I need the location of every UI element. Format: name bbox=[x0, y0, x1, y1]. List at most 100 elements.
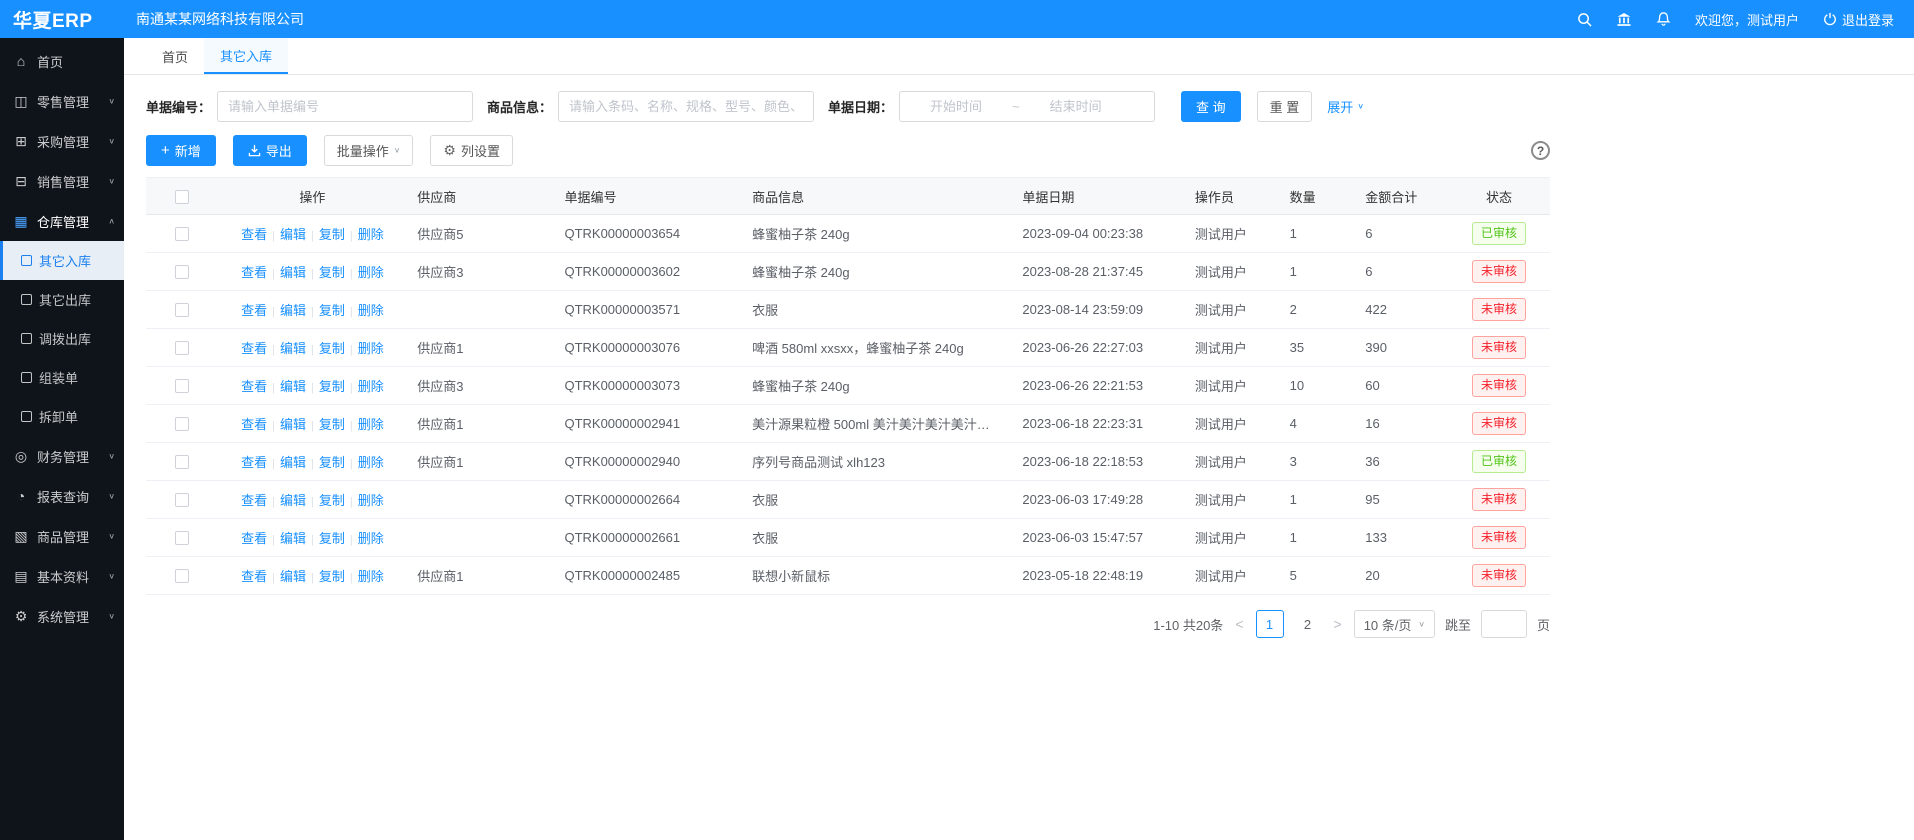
edit-link[interactable]: 编辑 bbox=[280, 531, 306, 546]
edit-link[interactable]: 编辑 bbox=[280, 227, 306, 242]
edit-link[interactable]: 编辑 bbox=[280, 417, 306, 432]
batch-operations-button[interactable]: 批量操作 ∨ bbox=[324, 135, 414, 166]
search-icon[interactable] bbox=[1577, 12, 1592, 27]
copy-link[interactable]: 复制 bbox=[319, 531, 345, 546]
view-link[interactable]: 查看 bbox=[241, 341, 267, 356]
tab-home[interactable]: 首页 bbox=[146, 38, 204, 74]
app-logo[interactable]: 华夏ERP bbox=[0, 6, 124, 33]
edit-link[interactable]: 编辑 bbox=[280, 493, 306, 508]
jump-page-input[interactable] bbox=[1481, 610, 1527, 638]
edit-link[interactable]: 编辑 bbox=[280, 569, 306, 584]
delete-link[interactable]: 删除 bbox=[358, 379, 384, 394]
sidebar-subitem-other-outbound[interactable]: 其它出库 bbox=[0, 280, 124, 319]
home-site-icon[interactable] bbox=[1616, 12, 1632, 27]
sidebar-item-warehouse[interactable]: ▦ 仓库管理 ∧ bbox=[0, 201, 124, 241]
row-checkbox[interactable] bbox=[175, 417, 189, 431]
start-date-input[interactable] bbox=[900, 99, 1012, 114]
export-button[interactable]: 导出 bbox=[233, 135, 307, 166]
copy-link[interactable]: 复制 bbox=[319, 227, 345, 242]
sidebar-item-system[interactable]: ⚙ 系统管理 ∨ bbox=[0, 596, 124, 636]
copy-link[interactable]: 复制 bbox=[319, 493, 345, 508]
row-checkbox[interactable] bbox=[175, 531, 189, 545]
delete-link[interactable]: 删除 bbox=[358, 265, 384, 280]
edit-link[interactable]: 编辑 bbox=[280, 455, 306, 470]
view-link[interactable]: 查看 bbox=[241, 379, 267, 394]
view-link[interactable]: 查看 bbox=[241, 303, 267, 318]
sidebar-item-basic[interactable]: ▤ 基本资料 ∨ bbox=[0, 556, 124, 596]
view-link[interactable]: 查看 bbox=[241, 455, 267, 470]
copy-link[interactable]: 复制 bbox=[319, 265, 345, 280]
bill-date-cell: 2023-08-14 23:59:09 bbox=[1012, 291, 1184, 329]
records-table: 操作供应商单据编号商品信息单据日期操作员数量金额合计状态 查看|编辑|复制|删除… bbox=[146, 177, 1550, 595]
add-button[interactable]: + 新增 bbox=[146, 135, 216, 166]
column-settings-button[interactable]: ⚙ 列设置 bbox=[430, 135, 513, 166]
row-checkbox[interactable] bbox=[175, 455, 189, 469]
action-divider: | bbox=[311, 496, 314, 508]
chevron-down-icon: ∨ bbox=[108, 611, 115, 620]
copy-link[interactable]: 复制 bbox=[319, 417, 345, 432]
view-link[interactable]: 查看 bbox=[241, 417, 267, 432]
sidebar-item-finance[interactable]: ◎ 财务管理 ∨ bbox=[0, 436, 124, 476]
page-size-select[interactable]: 10 条/页 ∨ bbox=[1354, 610, 1435, 638]
select-all-checkbox[interactable] bbox=[175, 190, 189, 204]
action-divider: | bbox=[272, 344, 275, 356]
end-date-input[interactable] bbox=[1020, 99, 1132, 114]
view-link[interactable]: 查看 bbox=[241, 227, 267, 242]
page-1-button[interactable]: 1 bbox=[1256, 610, 1284, 638]
copy-link[interactable]: 复制 bbox=[319, 303, 345, 318]
sidebar-subitem-transfer-outbound[interactable]: 调拨出库 bbox=[0, 319, 124, 358]
reset-button[interactable]: 重 置 bbox=[1257, 91, 1313, 122]
operator-cell: 测试用户 bbox=[1185, 367, 1280, 405]
row-checkbox[interactable] bbox=[175, 227, 189, 241]
delete-link[interactable]: 删除 bbox=[358, 417, 384, 432]
row-checkbox[interactable] bbox=[175, 493, 189, 507]
copy-link[interactable]: 复制 bbox=[319, 341, 345, 356]
edit-link[interactable]: 编辑 bbox=[280, 265, 306, 280]
sidebar-item-purchase[interactable]: ⊞ 采购管理 ∨ bbox=[0, 121, 124, 161]
edit-link[interactable]: 编辑 bbox=[280, 303, 306, 318]
tab-other-inbound[interactable]: 其它入库 bbox=[204, 38, 288, 74]
sidebar-item-retail[interactable]: ◫ 零售管理 ∨ bbox=[0, 81, 124, 121]
row-checkbox[interactable] bbox=[175, 379, 189, 393]
delete-link[interactable]: 删除 bbox=[358, 493, 384, 508]
copy-link[interactable]: 复制 bbox=[319, 569, 345, 584]
bill-no-input[interactable] bbox=[217, 91, 473, 122]
edit-link[interactable]: 编辑 bbox=[280, 379, 306, 394]
copy-link[interactable]: 复制 bbox=[319, 455, 345, 470]
row-checkbox[interactable] bbox=[175, 341, 189, 355]
product-info-input[interactable] bbox=[558, 91, 814, 122]
delete-link[interactable]: 删除 bbox=[358, 455, 384, 470]
view-link[interactable]: 查看 bbox=[241, 493, 267, 508]
bell-icon[interactable] bbox=[1656, 11, 1671, 27]
view-link[interactable]: 查看 bbox=[241, 569, 267, 584]
sidebar-subitem-other-inbound[interactable]: 其它入库 bbox=[0, 241, 124, 280]
sidebar-item-home[interactable]: ⌂ 首页 bbox=[0, 41, 124, 81]
delete-link[interactable]: 删除 bbox=[358, 531, 384, 546]
sidebar-subitem-disassembly[interactable]: 拆卸单 bbox=[0, 397, 124, 436]
delete-link[interactable]: 删除 bbox=[358, 227, 384, 242]
jump-suffix: 页 bbox=[1537, 615, 1550, 634]
page-2-button[interactable]: 2 bbox=[1294, 610, 1322, 638]
delete-link[interactable]: 删除 bbox=[358, 303, 384, 318]
sidebar-item-goods[interactable]: ▧ 商品管理 ∨ bbox=[0, 516, 124, 556]
next-page-button[interactable]: > bbox=[1332, 616, 1344, 632]
help-icon[interactable]: ? bbox=[1531, 141, 1550, 160]
view-link[interactable]: 查看 bbox=[241, 531, 267, 546]
copy-link[interactable]: 复制 bbox=[319, 379, 345, 394]
delete-link[interactable]: 删除 bbox=[358, 569, 384, 584]
row-checkbox[interactable] bbox=[175, 303, 189, 317]
delete-link[interactable]: 删除 bbox=[358, 341, 384, 356]
prev-page-button[interactable]: < bbox=[1233, 616, 1245, 632]
edit-link[interactable]: 编辑 bbox=[280, 341, 306, 356]
sidebar-subitem-assembly[interactable]: 组装单 bbox=[0, 358, 124, 397]
date-range-picker[interactable]: ~ bbox=[899, 91, 1155, 122]
expand-link[interactable]: 展开 ∨ bbox=[1327, 97, 1364, 116]
action-divider: | bbox=[272, 496, 275, 508]
sidebar-item-sales[interactable]: ⊟ 销售管理 ∨ bbox=[0, 161, 124, 201]
view-link[interactable]: 查看 bbox=[241, 265, 267, 280]
search-button[interactable]: 查 询 bbox=[1181, 91, 1241, 122]
row-checkbox[interactable] bbox=[175, 569, 189, 583]
logout-button[interactable]: 退出登录 bbox=[1823, 10, 1894, 29]
sidebar-item-report[interactable]: ◔ 报表查询 ∨ bbox=[0, 476, 124, 516]
row-checkbox[interactable] bbox=[175, 265, 189, 279]
